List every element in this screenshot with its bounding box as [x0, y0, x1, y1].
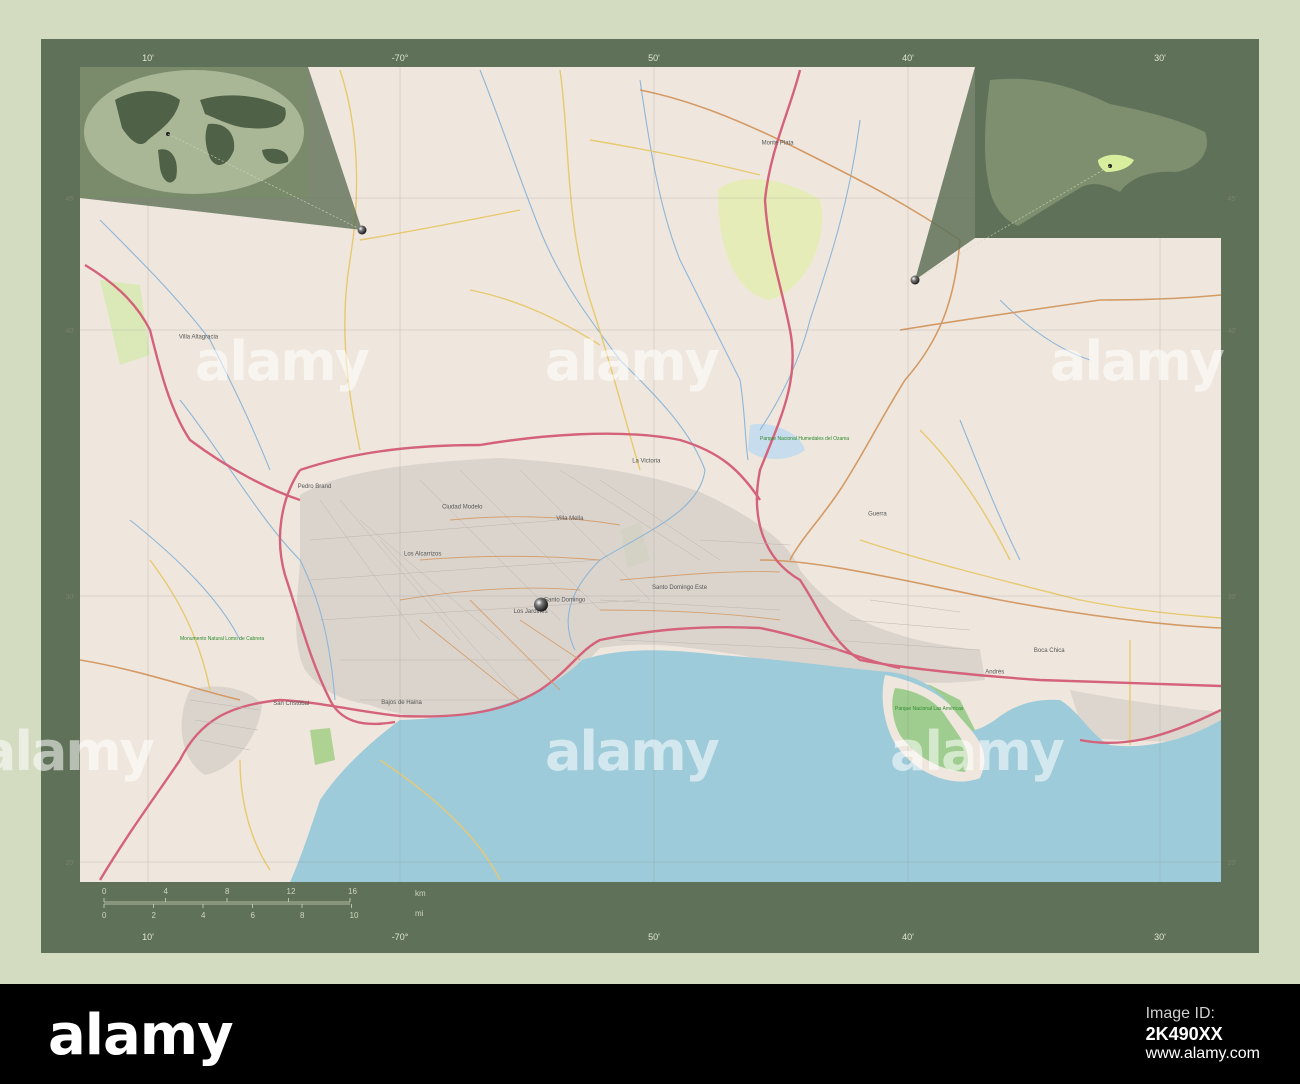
lon-tick-top: -70° — [392, 53, 409, 63]
place-label: Ciudad Modelo — [442, 504, 483, 510]
image-meta: Image ID: 2K490XX www.alamy.com — [1146, 1004, 1260, 1064]
scale-mi-label: 2 — [152, 911, 157, 920]
map-canvas: Monte Plata Villa Mella Ciudad Modelo Los A… — [41, 39, 1259, 953]
lon-tick-top: 40' — [902, 53, 914, 63]
lat-tick-left: 20' — [65, 860, 74, 867]
image-id-label: Image ID: — [1145, 1005, 1215, 1022]
place-label: Villa Mella — [556, 516, 584, 522]
place-label: Santo Domingo — [544, 598, 586, 604]
place-label: Santo Domingo Este — [652, 585, 708, 591]
place-label: Bajos de Haina — [381, 700, 422, 706]
inset-anchor-icon — [357, 225, 367, 235]
lat-tick-left: 45' — [65, 196, 74, 203]
scale-mi-label: 6 — [251, 911, 256, 920]
image-id-value-row: 2K490XX — [1146, 1024, 1260, 1044]
lon-tick-bottom: -70° — [392, 932, 409, 942]
place-label: Monte Plata — [762, 141, 795, 147]
scale-km-label: 4 — [164, 887, 169, 896]
scale-km-label: 12 — [287, 887, 296, 896]
site-link[interactable]: www.alamy.com — [1146, 1044, 1260, 1064]
lon-tick-top: 50' — [648, 53, 660, 63]
scale-mi-unit: mi — [415, 909, 424, 918]
scale-mi-label: 8 — [300, 911, 305, 920]
place-label: Boca Chica — [1034, 648, 1065, 654]
lon-tick-bottom: 50' — [648, 932, 660, 942]
place-label: Los Alcarrizos — [404, 552, 441, 558]
lon-tick-bottom: 40' — [902, 932, 914, 942]
image-id-row: Image ID: — [1146, 1004, 1260, 1024]
scale-km-label: 8 — [225, 887, 230, 896]
inset-anchor-icon — [910, 275, 920, 285]
scale-mi-label: 10 — [350, 911, 359, 920]
scale-mi-label: 4 — [201, 911, 206, 920]
place-label: Andrés — [985, 670, 1004, 676]
scale-km-label: 16 — [348, 887, 357, 896]
scale-bar-band — [80, 882, 1221, 928]
lat-tick-left: 40' — [65, 328, 74, 335]
park-label: Monumento Natural Lomo de Cabrera — [180, 636, 264, 642]
scale-km-unit: km — [415, 889, 426, 898]
park-label: Parque Nacional Las Américas — [895, 706, 964, 712]
lon-tick-bottom: 10' — [142, 932, 154, 942]
place-label: Guerra — [868, 512, 887, 518]
lat-tick-right: 40' — [1227, 328, 1236, 335]
place-label: Pedro Brand — [298, 484, 332, 490]
lat-tick-right: 20' — [1227, 860, 1236, 867]
lat-tick-right: 45' — [1227, 196, 1236, 203]
scale-km-label: 0 — [102, 887, 107, 896]
scale-mi-label: 0 — [102, 911, 107, 920]
scale-bar: 0 4 8 12 16 0 2 4 6 8 10 km mi — [80, 882, 1221, 928]
image-id-value: 2K490XX — [1145, 1024, 1223, 1044]
brand-logo[interactable]: alamy — [48, 1003, 234, 1068]
lat-tick-right: 30' — [1227, 594, 1236, 601]
place-label: La Victoria — [632, 458, 661, 464]
world-ocean — [84, 70, 304, 194]
place-label: Villa Altagracia — [179, 335, 219, 341]
lon-tick-top: 30' — [1154, 53, 1166, 63]
lon-tick-top: 10' — [142, 53, 154, 63]
park-label: Parque Nacional Humedales del Ozama — [760, 436, 849, 442]
lon-tick-bottom: 30' — [1154, 932, 1166, 942]
place-label: San Cristóbal — [273, 701, 309, 707]
lat-tick-left: 30' — [65, 594, 74, 601]
site-row: www.alamy.com — [1146, 1044, 1260, 1064]
location-marker-icon — [534, 597, 548, 612]
